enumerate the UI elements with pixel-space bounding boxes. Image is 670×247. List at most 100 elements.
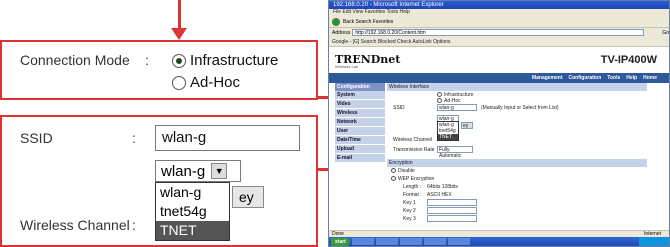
- radio-label: Infrastructure: [190, 52, 279, 69]
- key-input[interactable]: [427, 215, 477, 222]
- colon: :: [132, 130, 136, 146]
- sidebar-item-video[interactable]: Video: [335, 100, 385, 109]
- window-title: 192.168.0.20 - Microsoft Internet Explor…: [329, 1, 669, 9]
- radio-dot-icon: [172, 53, 186, 68]
- radio-icon: [437, 92, 442, 98]
- nav-tools[interactable]: Tools: [607, 73, 620, 83]
- ssid-label: SSID: [393, 105, 405, 111]
- down-arrow-head-icon: [171, 28, 187, 40]
- key-label: Key 1: [403, 200, 416, 206]
- radio-label: Disable: [398, 168, 415, 174]
- taskbar-item[interactable]: [351, 238, 374, 245]
- page-header: TRENDnet Wireless Lab TV-IP400W: [329, 47, 669, 73]
- ssid-hint: (Manually Input or Select from List): [481, 105, 559, 111]
- taskbar-item[interactable]: [399, 238, 422, 245]
- enc-disable-row[interactable]: Disable: [387, 167, 647, 175]
- key-row: Key 1: [387, 199, 647, 207]
- sidebar: Configuration System Video Wireless Netw…: [335, 83, 385, 163]
- taskbar-item[interactable]: [375, 238, 398, 245]
- sidebar-item-network[interactable]: Network: [335, 118, 385, 127]
- ssid-dropdown-list: wlan-g tnet54g TNET: [155, 182, 230, 241]
- ssid-select-value: wlan-g: [161, 162, 206, 180]
- composite-screenshot: Connection Mode : Infrastructure Ad-Hoc …: [0, 0, 670, 247]
- rate-label: Transmission Rate: [393, 147, 435, 153]
- nav-home[interactable]: Home: [643, 73, 657, 83]
- ssid-option[interactable]: wlan-g: [156, 183, 229, 202]
- ssid-option-highlighted[interactable]: TNET: [156, 221, 229, 240]
- key-input[interactable]: [427, 207, 477, 214]
- radio-infrastructure[interactable]: Infrastructure: [172, 52, 278, 69]
- sidebar-item-upload[interactable]: Upload: [335, 145, 385, 154]
- radio-label: Ad-Hoc: [190, 74, 241, 91]
- nav-configuration[interactable]: Configuration: [569, 73, 602, 83]
- colon: :: [132, 217, 136, 233]
- sidebar-item-email[interactable]: E-mail: [335, 154, 385, 163]
- format-options[interactable]: ASCII HEX: [427, 192, 452, 198]
- model-name: TV-IP400W: [600, 54, 657, 66]
- radio-dot-icon: [172, 75, 186, 90]
- connection-mode-callout: [0, 40, 318, 100]
- partial-button[interactable]: ey: [232, 186, 264, 208]
- key-label: Key 2: [403, 208, 416, 214]
- ssid-select[interactable]: wlan-g ▼: [155, 160, 241, 182]
- key-row: Key 3: [387, 215, 647, 223]
- top-nav: Management Configuration Tools Help Home: [329, 73, 669, 83]
- radio-icon: [391, 176, 396, 182]
- channel-label: Wireless Channel: [393, 137, 433, 143]
- toolbar-text[interactable]: Back Search Favorites: [343, 19, 393, 25]
- format-label: Format :: [403, 192, 422, 198]
- system-tray: [639, 237, 669, 246]
- address-input[interactable]: http://192.168.0.20/Content.htm: [352, 29, 645, 36]
- status-bar: Done Internet: [329, 230, 669, 237]
- ssid-option[interactable]: tnet54g: [156, 202, 229, 221]
- length-row: Length : 64bits 128bits: [387, 183, 647, 191]
- toolbar: Back Search Favorites: [329, 16, 669, 28]
- nav-management[interactable]: Management: [532, 73, 563, 83]
- sidebar-header: Configuration: [335, 83, 385, 91]
- sidebar-item-user[interactable]: User: [335, 127, 385, 136]
- colon: :: [145, 52, 149, 68]
- wireless-channel-label: Wireless Channel: [20, 217, 130, 233]
- taskbar-item[interactable]: [447, 238, 470, 245]
- length-label: Length :: [403, 184, 422, 190]
- ssid-row: SSID wlan-g (Manually Input or Select fr…: [387, 103, 647, 115]
- sidebar-item-system[interactable]: System: [335, 91, 385, 100]
- key-label: Key 3: [403, 216, 416, 222]
- rate-row: Transmission Rate Fully Automatic: [387, 145, 647, 159]
- mini-button[interactable]: ey: [461, 122, 473, 129]
- ssid-input[interactable]: wlan-g: [155, 125, 300, 151]
- taskbar-item[interactable]: [423, 238, 446, 245]
- chevron-down-icon: ▼: [211, 163, 228, 179]
- radio-adhoc[interactable]: Ad-Hoc: [172, 74, 240, 91]
- wireless-section-header: Wireless Interface: [387, 83, 647, 91]
- length-options[interactable]: 64bits 128bits: [427, 184, 458, 190]
- format-row: Format : ASCII HEX: [387, 191, 647, 199]
- browser-window: 192.168.0.20 - Microsoft Internet Explor…: [328, 0, 670, 247]
- go-button[interactable]: Go: [662, 30, 669, 36]
- radio-label: WEP Encryption: [398, 176, 435, 182]
- down-arrow-icon: [178, 0, 181, 30]
- enc-wep-row[interactable]: WEP Encryption: [387, 175, 647, 183]
- connection-mode-label: Connection Mode: [20, 52, 130, 68]
- ssid-label: SSID: [20, 130, 53, 146]
- back-icon[interactable]: [332, 17, 340, 26]
- address-label: Address: [332, 29, 351, 36]
- content-area: Wireless Interface Infrastructure Ad-Hoc…: [387, 83, 647, 223]
- menu-bar[interactable]: File Edit View Favorites Tools Help: [329, 9, 669, 16]
- google-toolbar[interactable]: Google - [G] Search Blocked Check AutoLi…: [329, 37, 669, 47]
- radio-icon: [391, 168, 396, 174]
- key-row: Key 2: [387, 207, 647, 215]
- sidebar-item-datetime[interactable]: Date/Time: [335, 136, 385, 145]
- start-button[interactable]: start: [331, 237, 350, 246]
- encryption-section-header: Encryption: [387, 159, 647, 167]
- brand-sub: Wireless Lab: [335, 64, 359, 69]
- address-bar: Address http://192.168.0.20/Content.htm …: [329, 28, 669, 37]
- mode-row: Infrastructure Ad-Hoc: [387, 91, 647, 104]
- sidebar-item-wireless[interactable]: Wireless: [335, 109, 385, 118]
- rate-select[interactable]: Fully Automatic: [437, 146, 473, 159]
- key-input[interactable]: [427, 199, 477, 206]
- nav-help[interactable]: Help: [626, 73, 637, 83]
- ssid-input[interactable]: wlan-g: [437, 104, 477, 111]
- channel-row: Wireless Channel: [387, 135, 647, 145]
- taskbar: start: [329, 237, 669, 246]
